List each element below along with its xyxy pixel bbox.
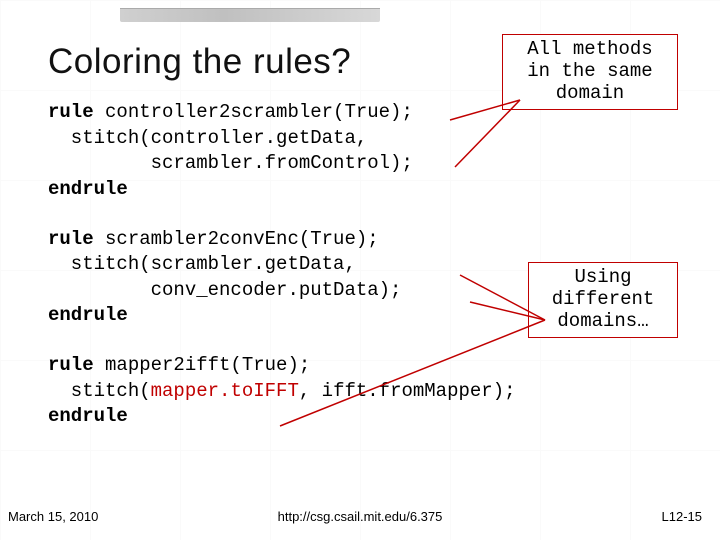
rule-name: controller2scrambler(True); (94, 101, 413, 123)
callout-same-domain: All methods in the same domain (502, 34, 678, 110)
callout-line: Using (574, 266, 631, 288)
code-line: conv_encoder.putData); (48, 279, 401, 301)
callout-line: different (552, 288, 655, 310)
slide: Coloring the rules? rule controller2scra… (0, 0, 720, 540)
callout-line: All methods (527, 38, 652, 60)
rule-name: mapper2ifft(True); (94, 354, 311, 376)
highlighted-text: mapper.toIFFT (151, 380, 299, 402)
keyword-rule: rule (48, 354, 94, 376)
code-block-3: rule mapper2ifft(True); stitch(mapper.to… (48, 353, 672, 430)
code-line-part: , ifft.fromMapper); (299, 380, 516, 402)
callout-line: domain (556, 82, 624, 104)
keyword-rule: rule (48, 101, 94, 123)
callout-different-domains: Using different domains… (528, 262, 678, 338)
footer-slide-number: L12-15 (662, 509, 702, 524)
keyword-endrule: endrule (48, 304, 128, 326)
footer-url: http://csg.csail.mit.edu/6.375 (278, 509, 443, 524)
keyword-endrule: endrule (48, 405, 128, 427)
code-line: stitch(scrambler.getData, (48, 253, 356, 275)
keyword-endrule: endrule (48, 178, 128, 200)
code-block-1: rule controller2scrambler(True); stitch(… (48, 100, 672, 203)
callout-line: in the same (527, 60, 652, 82)
callout-line: domains… (557, 310, 648, 332)
keyword-rule: rule (48, 228, 94, 250)
slide-footer: March 15, 2010 http://csg.csail.mit.edu/… (0, 509, 720, 524)
code-line: scrambler.fromControl); (48, 152, 413, 174)
code-line-part: stitch( (48, 380, 151, 402)
rule-name: scrambler2convEnc(True); (94, 228, 379, 250)
footer-date: March 15, 2010 (8, 509, 98, 524)
header-decoration (120, 8, 380, 22)
code-line: stitch(controller.getData, (48, 127, 367, 149)
